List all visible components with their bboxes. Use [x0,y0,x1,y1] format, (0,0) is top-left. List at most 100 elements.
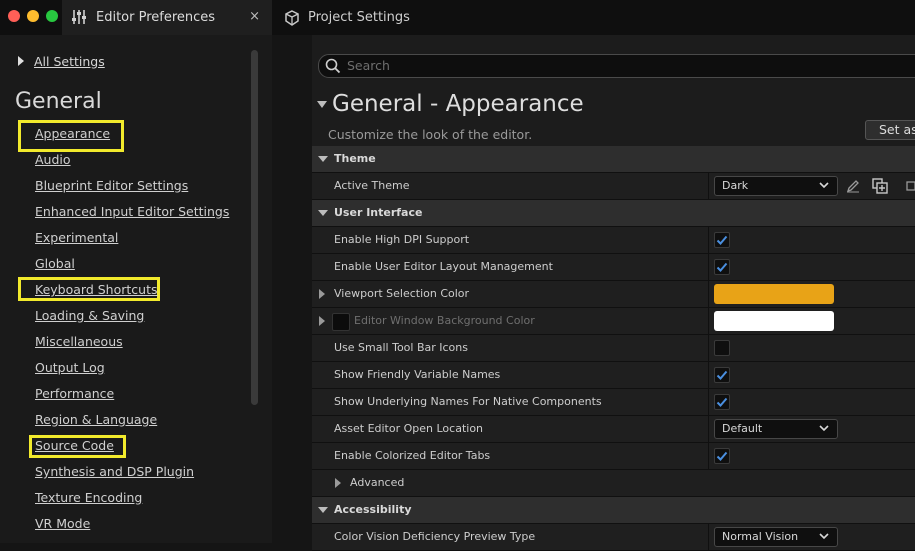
column-separator [708,227,709,254]
property-row-advanced[interactable]: Advanced [312,470,915,497]
sidebar-item-experimental[interactable]: Experimental [35,230,118,245]
sidebar-item-enhanced-input-editor-settings[interactable]: Enhanced Input Editor Settings [35,204,229,219]
sidebar-item-miscellaneous[interactable]: Miscellaneous [35,334,123,349]
section-title: General - Appearance [332,91,584,117]
all-settings-label: All Settings [34,54,105,69]
property-label: Editor Window Background Color [354,314,535,327]
tab-label: Project Settings [308,10,410,25]
edit-pencil-icon[interactable] [846,179,860,193]
property-row-asset-editor-open-location: Asset Editor Open Location Default [312,416,915,443]
expand-triangle-icon[interactable] [319,289,325,299]
sidebar-item-keyboard-shortcuts[interactable]: Keyboard Shortcuts [35,282,158,297]
asset-editor-open-location-dropdown[interactable]: Default [714,419,838,439]
collapse-triangle-icon[interactable] [318,210,328,216]
expand-triangle-icon[interactable] [319,316,325,326]
zoom-window-button[interactable] [46,10,58,22]
editor-window-background-color-swatch[interactable] [714,311,834,331]
column-separator [708,173,709,200]
sidebar-item-synthesis-dsp-plugin[interactable]: Synthesis and DSP Plugin [35,464,194,479]
tab-editor-preferences[interactable]: Editor Preferences × [62,0,272,35]
sidebar-item-source-code[interactable]: Source Code [35,438,114,453]
dropdown-value: Dark [722,179,749,192]
property-row-show-friendly-variable-names: Show Friendly Variable Names [312,362,915,389]
color-vision-deficiency-preview-type-dropdown[interactable]: Normal Vision [714,527,838,547]
duplicate-icon[interactable] [872,178,888,194]
sidebar-item-region-language[interactable]: Region & Language [35,412,157,427]
sidebar-heading: General [15,89,102,114]
sidebar-item-audio[interactable]: Audio [35,152,71,167]
property-label: Enable Colorized Editor Tabs [334,449,491,462]
tab-project-settings[interactable]: Project Settings [280,0,480,35]
set-as-default-button[interactable]: Set as [865,120,915,140]
enable-colorized-editor-tabs-checkbox[interactable] [714,448,730,464]
category-label: Theme [334,152,376,165]
chevron-down-icon [819,533,829,540]
search-placeholder: Search [347,58,390,73]
category-row-user-interface[interactable]: User Interface [312,200,915,227]
sidebar-item-appearance[interactable]: Appearance [35,126,110,141]
all-settings-link[interactable]: All Settings [18,54,105,69]
search-icon [325,58,341,74]
export-icon[interactable] [906,181,915,191]
checkmark-icon [716,397,728,407]
viewport-selection-color-swatch[interactable] [714,284,834,304]
property-row-editor-window-background-color: Editor Window Background Color [312,308,915,335]
sidebar-item-global[interactable]: Global [35,256,75,271]
collapse-section-icon[interactable] [317,101,327,108]
sidebar-item-performance[interactable]: Performance [35,386,114,401]
show-friendly-variable-names-checkbox[interactable] [714,367,730,383]
collapse-triangle-icon[interactable] [318,156,328,162]
expand-triangle-icon[interactable] [335,478,341,488]
close-window-button[interactable] [8,10,20,22]
override-checkbox[interactable] [332,313,350,331]
use-small-tool-bar-icons-checkbox[interactable] [714,340,730,356]
chevron-down-icon [819,182,829,189]
collapse-triangle-icon[interactable] [318,507,328,513]
property-row-show-underlying-names-for-native-components: Show Underlying Names For Native Compone… [312,389,915,416]
panel-divider [272,35,312,543]
tab-label: Editor Preferences [96,10,216,25]
category-label: Accessibility [334,503,412,516]
category-row-accessibility[interactable]: Accessibility [312,497,915,524]
dropdown-value: Default [722,422,763,435]
property-label: Active Theme [334,179,410,192]
property-label: Enable High DPI Support [334,233,470,246]
checkmark-icon [716,235,728,245]
minimize-window-button[interactable] [27,10,39,22]
category-label: User Interface [334,206,423,219]
property-label: Use Small Tool Bar Icons [334,341,468,354]
details-panel: Search General - Appearance Customize th… [312,35,915,551]
show-underlying-names-for-native-components-checkbox[interactable] [714,394,730,410]
cube-gear-icon [285,10,299,26]
section-description: Customize the look of the editor. [328,127,533,142]
expand-triangle-icon [18,56,24,66]
column-separator [708,416,709,443]
sidebar-item-texture-encoding[interactable]: Texture Encoding [35,490,142,505]
search-input[interactable]: Search [318,54,915,78]
column-separator [708,281,709,308]
column-separator [708,254,709,281]
property-row-color-vision-deficiency-preview-type: Color Vision Deficiency Preview Type Norm… [312,524,915,551]
property-label: Color Vision Deficiency Preview Type [334,530,536,543]
column-separator [708,443,709,470]
enable-user-editor-layout-management-checkbox[interactable] [714,259,730,275]
property-label: Viewport Selection Color [334,287,470,300]
category-row-theme[interactable]: Theme [312,146,915,173]
sidebar-item-output-log[interactable]: Output Log [35,360,105,375]
checkmark-icon [716,262,728,272]
sidebar-item-vr-mode[interactable]: VR Mode [35,516,90,531]
sidebar-scrollbar[interactable] [251,50,258,405]
property-label: Show Friendly Variable Names [334,368,501,381]
checkmark-icon [716,451,728,461]
dropdown-value: Normal Vision [722,530,799,543]
sidebar-item-loading-saving[interactable]: Loading & Saving [35,308,144,323]
property-row-enable-user-editor-layout-management: Enable User Editor Layout Management [312,254,915,281]
active-theme-dropdown[interactable]: Dark [714,176,838,196]
enable-high-dpi-support-checkbox[interactable] [714,232,730,248]
property-row-active-theme: Active Theme Dark [312,173,915,200]
property-row-use-small-tool-bar-icons: Use Small Tool Bar Icons [312,335,915,362]
close-tab-icon[interactable]: × [249,9,260,24]
sidebar-item-blueprint-editor-settings[interactable]: Blueprint Editor Settings [35,178,188,193]
advanced-label: Advanced [350,476,405,489]
title-bar: Editor Preferences × Project Settings [0,0,915,35]
